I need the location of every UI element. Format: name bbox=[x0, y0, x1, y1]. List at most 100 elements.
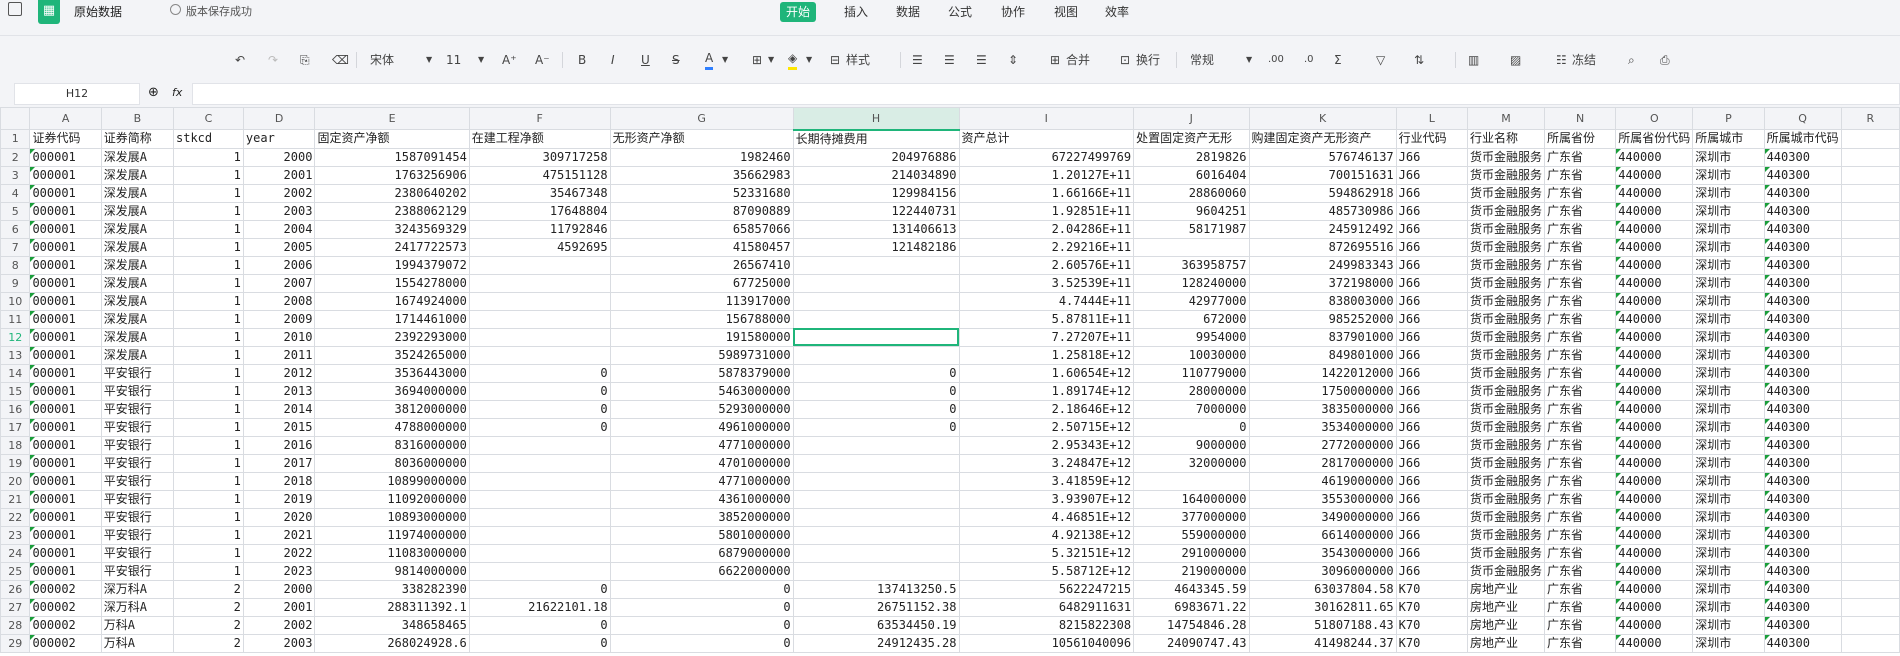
cell-E4[interactable]: 2380640202 bbox=[314, 183, 470, 203]
cell-A22[interactable]: 000001 bbox=[29, 507, 102, 527]
empty-cell[interactable] bbox=[1840, 147, 1900, 167]
cell-O21[interactable]: 440000 bbox=[1615, 489, 1694, 509]
column-header-F[interactable]: F bbox=[468, 107, 611, 130]
cell-G16[interactable]: 5293000000 bbox=[609, 399, 794, 419]
cell-M20[interactable]: 货币金融服务 bbox=[1466, 471, 1545, 491]
cell-I9[interactable]: 3.52539E+11 bbox=[958, 273, 1135, 293]
cell-A12[interactable]: 000001 bbox=[29, 327, 102, 347]
cell-H16[interactable]: 0 bbox=[792, 399, 960, 419]
cell-O18[interactable]: 440000 bbox=[1615, 435, 1694, 455]
empty-cell[interactable] bbox=[1840, 435, 1900, 455]
cell-J24[interactable]: 291000000 bbox=[1133, 543, 1250, 563]
cell-P10[interactable]: 深圳市 bbox=[1692, 291, 1765, 311]
empty-cell[interactable] bbox=[1840, 507, 1900, 527]
cell-J23[interactable]: 559000000 bbox=[1133, 525, 1250, 545]
font-color-button[interactable]: A bbox=[705, 50, 714, 70]
cell-G2[interactable]: 1982460 bbox=[609, 147, 794, 167]
row-header[interactable]: 4 bbox=[0, 183, 31, 203]
row-header[interactable]: 23 bbox=[0, 525, 31, 545]
cell-I12[interactable]: 7.27207E+11 bbox=[958, 327, 1135, 347]
cell-C23[interactable]: 1 bbox=[173, 525, 244, 545]
cell-E14[interactable]: 3536443000 bbox=[314, 363, 470, 383]
cell-A27[interactable]: 000002 bbox=[29, 597, 102, 617]
cell-N10[interactable]: 广东省 bbox=[1543, 291, 1617, 311]
cell-H24[interactable] bbox=[792, 543, 960, 563]
cell-H1[interactable]: 长期待摊费用 bbox=[792, 129, 960, 149]
cell-P13[interactable]: 深圳市 bbox=[1692, 345, 1765, 365]
cell-M28[interactable]: 房地产业 bbox=[1466, 615, 1545, 635]
empty-cell[interactable] bbox=[1840, 471, 1900, 491]
cell-I23[interactable]: 4.92138E+12 bbox=[958, 525, 1135, 545]
cell-L26[interactable]: K70 bbox=[1395, 579, 1468, 599]
row-header[interactable]: 28 bbox=[0, 615, 31, 635]
cell-E23[interactable]: 11974000000 bbox=[314, 525, 470, 545]
cell-A8[interactable]: 000001 bbox=[29, 255, 102, 275]
cell-L2[interactable]: J66 bbox=[1395, 147, 1468, 167]
cell-E17[interactable]: 4788000000 bbox=[314, 417, 470, 437]
cell-O14[interactable]: 440000 bbox=[1615, 363, 1694, 383]
cell-L7[interactable]: J66 bbox=[1395, 237, 1468, 257]
column-header-G[interactable]: G bbox=[609, 107, 794, 130]
empty-cell[interactable] bbox=[1840, 345, 1900, 365]
cell-J17[interactable]: 0 bbox=[1133, 417, 1250, 437]
cell-M18[interactable]: 货币金融服务 bbox=[1466, 435, 1545, 455]
cell-P11[interactable]: 深圳市 bbox=[1692, 309, 1765, 329]
cell-K17[interactable]: 3534000000 bbox=[1248, 417, 1397, 437]
cell-C22[interactable]: 1 bbox=[173, 507, 244, 527]
cell-Q6[interactable]: 440300 bbox=[1763, 219, 1842, 239]
cell-I17[interactable]: 2.50715E+12 bbox=[958, 417, 1135, 437]
cell-N27[interactable]: 广东省 bbox=[1543, 597, 1617, 617]
cell-F15[interactable]: 0 bbox=[468, 381, 611, 401]
cell-L29[interactable]: K70 bbox=[1395, 633, 1468, 653]
cell-I24[interactable]: 5.32151E+12 bbox=[958, 543, 1135, 563]
cell-F23[interactable] bbox=[468, 525, 611, 545]
cell-C7[interactable]: 1 bbox=[173, 237, 244, 257]
cell-D24[interactable]: 2022 bbox=[242, 543, 316, 563]
empty-cell[interactable] bbox=[1840, 381, 1900, 401]
cell-H23[interactable] bbox=[792, 525, 960, 545]
cell-Q27[interactable]: 440300 bbox=[1763, 597, 1842, 617]
cell-K4[interactable]: 594862918 bbox=[1248, 183, 1397, 203]
cell-O4[interactable]: 440000 bbox=[1615, 183, 1694, 203]
cell-B6[interactable]: 深发展A bbox=[100, 219, 175, 239]
cell-O23[interactable]: 440000 bbox=[1615, 525, 1694, 545]
cell-L18[interactable]: J66 bbox=[1395, 435, 1468, 455]
cell-E6[interactable]: 3243569329 bbox=[314, 219, 470, 239]
cell-J12[interactable]: 9954000 bbox=[1133, 327, 1250, 347]
cell-A17[interactable]: 000001 bbox=[29, 417, 102, 437]
cell-O3[interactable]: 440000 bbox=[1615, 165, 1694, 185]
cell-P25[interactable]: 深圳市 bbox=[1692, 561, 1765, 581]
tab-efficiency[interactable]: 效率 bbox=[1099, 2, 1135, 22]
cell-O28[interactable]: 440000 bbox=[1615, 615, 1694, 635]
row-header[interactable]: 22 bbox=[0, 507, 31, 527]
cell-M10[interactable]: 货币金融服务 bbox=[1466, 291, 1545, 311]
merge-button[interactable]: 合并 bbox=[1066, 50, 1090, 70]
cell-O8[interactable]: 440000 bbox=[1615, 255, 1694, 275]
name-box[interactable]: H12 bbox=[14, 83, 140, 105]
cell-P29[interactable]: 深圳市 bbox=[1692, 633, 1765, 653]
row-header[interactable]: 21 bbox=[0, 489, 31, 509]
zoom-icon[interactable]: ⊕ bbox=[148, 85, 159, 100]
cell-G25[interactable]: 6622000000 bbox=[609, 561, 794, 581]
column-header-N[interactable]: N bbox=[1543, 107, 1617, 130]
cell-O10[interactable]: 440000 bbox=[1615, 291, 1694, 311]
empty-cell[interactable] bbox=[1840, 579, 1900, 599]
column-header-J[interactable]: J bbox=[1133, 107, 1250, 130]
cell-F13[interactable] bbox=[468, 345, 611, 365]
cell-Q3[interactable]: 440300 bbox=[1763, 165, 1842, 185]
cell-B3[interactable]: 深发展A bbox=[100, 165, 175, 185]
cell-G15[interactable]: 5463000000 bbox=[609, 381, 794, 401]
cell-C1[interactable]: stkcd bbox=[173, 129, 244, 149]
cell-Q16[interactable]: 440300 bbox=[1763, 399, 1842, 419]
cell-C15[interactable]: 1 bbox=[173, 381, 244, 401]
cell-Q26[interactable]: 440300 bbox=[1763, 579, 1842, 599]
cell-P24[interactable]: 深圳市 bbox=[1692, 543, 1765, 563]
cell-D21[interactable]: 2019 bbox=[242, 489, 316, 509]
tab-view[interactable]: 视图 bbox=[1048, 2, 1084, 22]
cell-D10[interactable]: 2008 bbox=[242, 291, 316, 311]
cell-B20[interactable]: 平安银行 bbox=[100, 471, 175, 491]
cell-P18[interactable]: 深圳市 bbox=[1692, 435, 1765, 455]
redo-icon[interactable]: ↷ bbox=[268, 50, 278, 70]
select-all-corner[interactable] bbox=[0, 107, 31, 130]
empty-cell[interactable] bbox=[1840, 597, 1900, 617]
